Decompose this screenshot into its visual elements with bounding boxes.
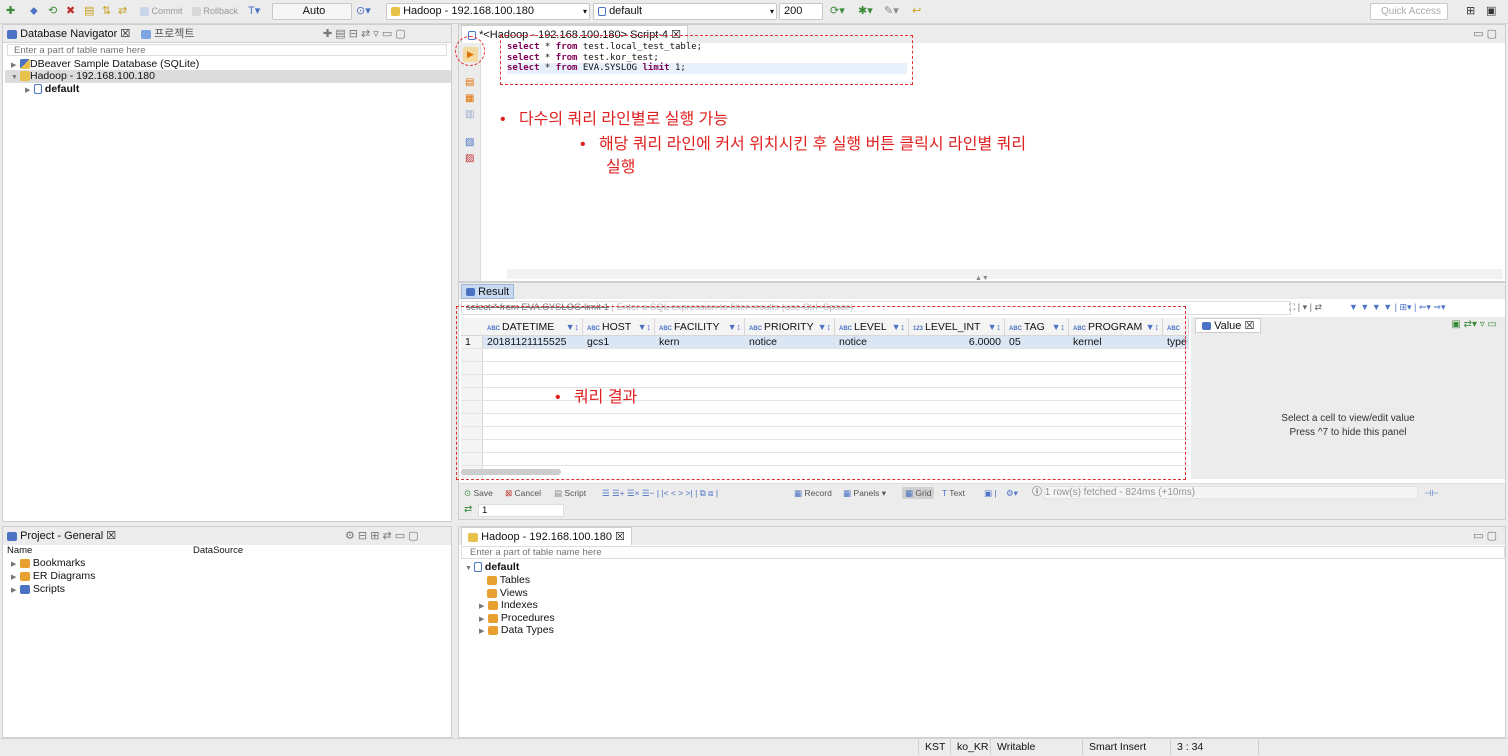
transaction-dropdown[interactable]: T▾ — [248, 4, 260, 19]
tree-item-data-types[interactable]: ▶ Data Types — [479, 624, 554, 637]
refresh-icon[interactable]: ⟳▾ — [830, 4, 845, 19]
filter-history-icons[interactable]: ⛶ | ▾ | ⇄ — [1289, 302, 1322, 313]
row-edit-icons[interactable]: ☰ ☰+ ☰× ☰− | |< < > >| | ⧉ ⧈ | — [602, 487, 718, 499]
dbeaver-perspective-icon[interactable]: ▣ — [1486, 4, 1496, 19]
splitter-arrows-icon[interactable]: ▲▼ — [975, 275, 989, 282]
text-view-button[interactable]: T Text — [942, 487, 965, 499]
detach-icon[interactable]: ⊣⊢ — [1424, 487, 1439, 499]
transaction-log-icon[interactable]: ⇄ — [118, 4, 127, 19]
value-viewer-panel: Value ☒ ▣ ⇄▾ ▿ ▭ Select a cell to view/e… — [1191, 317, 1505, 479]
commit-button[interactable]: Commit — [140, 4, 183, 19]
column-datasource: DataSource — [193, 545, 244, 556]
quick-access-input[interactable]: Quick Access — [1370, 3, 1448, 20]
annotation-run-button-circle — [455, 36, 485, 66]
tab-project-general[interactable]: Project - General ☒ — [7, 527, 116, 545]
annotation-bullet-1: • 다수의 쿼리 라인별로 실행 가능 — [500, 111, 729, 128]
cancel-button[interactable]: ⊠ Cancel — [505, 487, 541, 499]
rollback-button[interactable]: Rollback — [192, 4, 238, 19]
debug-icon[interactable]: ✱▾ — [858, 4, 873, 19]
layout-icon[interactable]: ▣ | — [984, 487, 997, 499]
result-tab-bar: Result — [459, 283, 1505, 299]
refresh-count-input[interactable]: 1 — [478, 504, 564, 517]
sql-editor-icon[interactable]: ▤ — [84, 4, 94, 19]
filter-icons[interactable]: ▼ ▼ ▼ ▼ | ⊞▾ | ⇐▾ ⇒▾ — [1349, 302, 1446, 313]
status-insert-mode: Smart Insert — [1082, 739, 1170, 755]
tree-item-hadoop[interactable]: ▼ Hadoop - 192.168.100.180 — [5, 70, 451, 83]
annotation-query-box — [500, 35, 913, 85]
tree-item-default-root[interactable]: ▼ default — [465, 561, 519, 574]
perspective-icon[interactable]: ⊞ — [1466, 4, 1475, 19]
script-button[interactable]: ▤ Script — [554, 487, 586, 499]
tree-item-tables[interactable]: Tables — [487, 574, 530, 587]
disconnect-icon[interactable]: ✖ — [66, 4, 75, 19]
grid-view-button[interactable]: ▦ Grid — [902, 487, 935, 499]
save-script-icon[interactable]: ▨ — [465, 153, 474, 164]
schema-browser-panel: Hadoop - 192.168.100.180 ☒ ▭ ▢ ▼ default… — [458, 526, 1506, 738]
result-limit-input[interactable]: 200 — [779, 3, 823, 20]
tree-item-bookmarks[interactable]: ▶ Bookmarks — [11, 557, 85, 570]
project-panel: Project - General ☒ ⚙ ⊟ ⊞ ⇄ ▭ ▢ Name Dat… — [2, 526, 452, 738]
status-divider — [1258, 739, 1265, 755]
main-toolbar: ✚ ⬥ ⟲ ✖ ▤ ⇅ ⇄ Commit Rollback T▾ Auto ⊙▾… — [0, 0, 1508, 24]
history-icon[interactable]: ⊙▾ — [356, 4, 371, 19]
connect-icon[interactable]: ⬥ — [30, 4, 38, 19]
tab-result[interactable]: Result — [461, 284, 515, 299]
navigator-filter-input[interactable] — [7, 44, 447, 56]
schema-tab-bar: Hadoop - 192.168.100.180 ☒ ▭ ▢ — [459, 527, 1505, 545]
commit-mode-button[interactable]: Auto — [272, 3, 352, 20]
connection-selector[interactable]: Hadoop - 192.168.100.180 ▾ — [386, 3, 590, 20]
invalidate-icon[interactable]: ⟲ — [48, 4, 57, 19]
status-writable: Writable — [990, 739, 1082, 755]
tab-value[interactable]: Value ☒ — [1195, 318, 1262, 333]
column-name: Name — [7, 545, 33, 556]
database-navigator-panel: Database Navigator ☒ 프로젝트 ✚ ▤ ⊟ ⇄ ▿ ▭ ▢ … — [2, 24, 452, 522]
annotation-bullet-2-cont: 실행 — [606, 159, 636, 176]
project-tab-bar: Project - General ☒ ⚙ ⊟ ⊞ ⇄ ▭ ▢ — [3, 527, 451, 545]
project-view-icons[interactable]: ⚙ ⊟ ⊞ ⇄ ▭ ▢ — [345, 527, 419, 545]
tab-hadoop-connection[interactable]: Hadoop - 192.168.100.180 ☒ — [461, 527, 632, 545]
value-hint-2: Press ^7 to hide this panel — [1289, 427, 1407, 438]
tools-icon[interactable]: ✎▾ — [884, 4, 899, 19]
tree-item-indexes[interactable]: ▶ Indexes — [479, 599, 538, 612]
value-hint-1: Select a cell to view/edit value — [1281, 413, 1415, 424]
schema-window-controls[interactable]: ▭ ▢ — [1473, 527, 1497, 545]
navigator-view-icons[interactable]: ✚ ▤ ⊟ ⇄ ▿ ▭ ▢ — [323, 25, 406, 43]
editor-side-toolbar: ▶ ▤ ▦ ▥ ▧ ▨ — [459, 43, 481, 281]
value-panel-icons[interactable]: ▣ ⇄▾ ▿ ▭ — [1451, 319, 1497, 330]
annotation-bullet-2: • 해당 쿼리 라인에 커서 위치시킨 후 실행 버튼 클릭시 라인별 쿼리 — [580, 136, 1027, 153]
status-cursor-position: 3 : 34 — [1170, 739, 1258, 755]
explain-plan-icon[interactable]: ▥ — [465, 109, 474, 120]
load-script-icon[interactable]: ▧ — [465, 137, 474, 148]
save-button[interactable]: ⊙ Save — [464, 487, 493, 499]
navigator-tab-bar: Database Navigator ☒ 프로젝트 ✚ ▤ ⊟ ⇄ ▿ ▭ ▢ — [3, 25, 451, 43]
schema-selector[interactable]: default ▾ — [593, 3, 777, 20]
status-timezone: KST — [918, 739, 950, 755]
status-bar — [0, 738, 1508, 756]
panels-button[interactable]: ▦ Panels ▾ — [843, 487, 886, 499]
annotation-result-note: • 쿼리 결과 — [555, 389, 638, 406]
editor-scrollbar[interactable] — [507, 269, 1503, 279]
status-locale: ko_KR — [950, 739, 990, 755]
settings-gear-icon[interactable]: ⚙▾ — [1006, 487, 1018, 499]
status-field — [1044, 486, 1418, 499]
tree-item-scripts[interactable]: ▶ Scripts — [11, 583, 65, 596]
tree-item-er-diagrams[interactable]: ▶ ER Diagrams — [11, 570, 95, 583]
execute-script-icon[interactable]: ▤ — [465, 77, 474, 88]
record-button[interactable]: ▦ Record — [794, 487, 832, 499]
editor-window-controls[interactable]: ▭ ▢ — [1473, 25, 1497, 43]
schema-filter-input[interactable] — [461, 546, 1505, 559]
back-icon[interactable]: ↩ — [912, 4, 921, 19]
transaction-mode-icon[interactable]: ⇅ — [102, 4, 111, 19]
tree-item-default[interactable]: ▶ default — [25, 83, 79, 96]
tab-database-navigator[interactable]: Database Navigator ☒ — [7, 25, 130, 43]
tab-project[interactable]: 프로젝트 — [141, 25, 195, 43]
new-connection-icon[interactable]: ✚ — [6, 4, 15, 19]
refresh-results-icon[interactable]: ⇄ — [464, 504, 472, 515]
execute-in-tab-icon[interactable]: ▦ — [465, 93, 474, 104]
